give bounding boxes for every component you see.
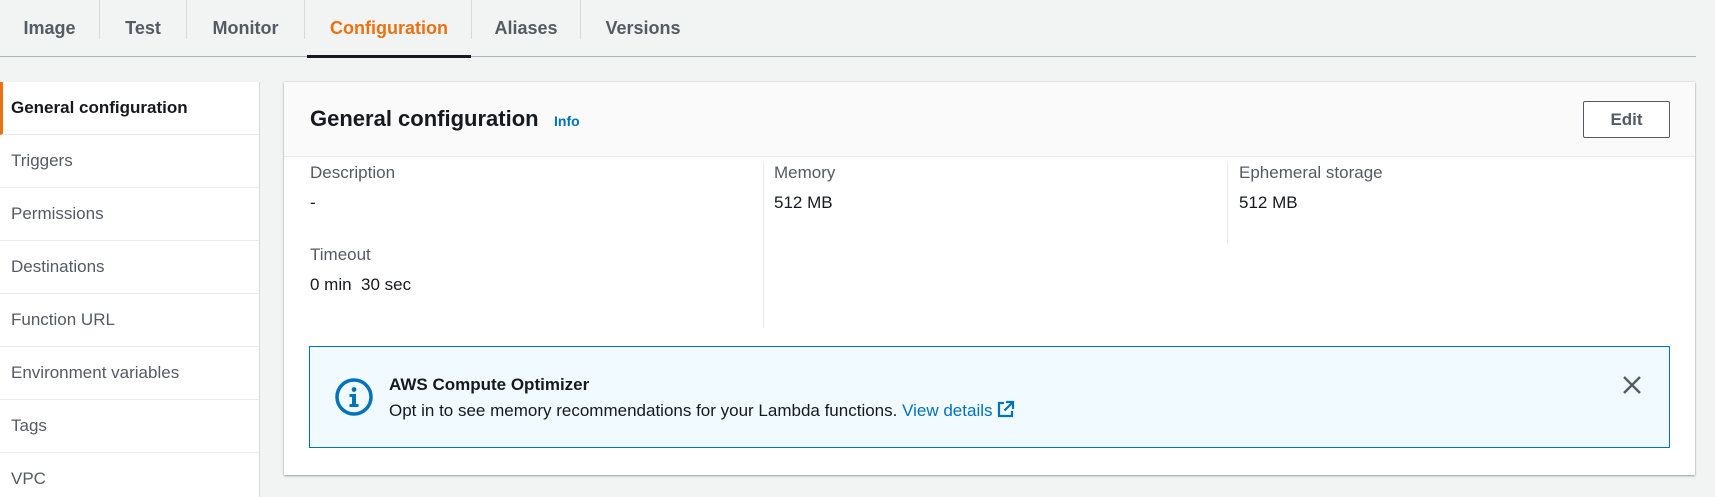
sidebar-item-triggers[interactable]: Triggers — [0, 135, 259, 188]
close-icon[interactable] — [1620, 373, 1644, 397]
timeout-label: Timeout — [310, 245, 371, 264]
configuration-sidebar: General configuration Triggers Permissio… — [0, 82, 260, 497]
description-label: Description — [310, 163, 396, 182]
tab-test[interactable]: Test — [100, 0, 186, 57]
description-value: - — [310, 193, 316, 212]
description-field: Description - — [310, 163, 395, 213]
sidebar-item-function-url[interactable]: Function URL — [0, 294, 259, 347]
info-link[interactable]: Info — [554, 113, 580, 129]
compute-optimizer-alert: AWS Compute Optimizer Opt in to see memo… — [309, 346, 1670, 448]
timeout-value: 0 min 30 sec — [310, 275, 412, 294]
sidebar-item-tags[interactable]: Tags — [0, 400, 259, 453]
ephemeral-storage-value: 512 MB — [1239, 193, 1298, 212]
memory-field: Memory 512 MB — [774, 163, 835, 213]
external-link-icon[interactable] — [996, 400, 1015, 424]
tab-separator — [304, 0, 305, 39]
edit-button[interactable]: Edit — [1583, 101, 1670, 138]
tab-configuration[interactable]: Configuration — [307, 0, 471, 58]
column-divider — [763, 162, 764, 328]
tab-aliases[interactable]: Aliases — [472, 0, 580, 57]
memory-label: Memory — [774, 163, 836, 182]
ephemeral-storage-field: Ephemeral storage 512 MB — [1239, 163, 1383, 213]
alert-text: Opt in to see memory recommendations for… — [389, 401, 898, 420]
view-details-label[interactable]: View details — [902, 401, 992, 420]
panel-title: General configuration — [310, 106, 539, 131]
tab-image[interactable]: Image — [0, 0, 99, 57]
info-circle-icon — [334, 377, 374, 417]
sidebar-item-destinations[interactable]: Destinations — [0, 241, 259, 294]
alert-message: Opt in to see memory recommendations for… — [389, 400, 1015, 424]
column-divider — [1227, 162, 1228, 244]
sidebar-item-permissions[interactable]: Permissions — [0, 188, 259, 241]
tab-versions[interactable]: Versions — [581, 0, 705, 57]
sidebar-item-general-configuration[interactable]: General configuration — [0, 82, 259, 135]
sidebar-item-environment-variables[interactable]: Environment variables — [0, 347, 259, 400]
memory-value: 512 MB — [774, 193, 833, 212]
view-details-link[interactable]: View details — [902, 400, 1014, 420]
general-configuration-panel: General configuration Info Edit Descript… — [284, 82, 1695, 475]
tab-monitor[interactable]: Monitor — [187, 0, 304, 57]
sidebar-item-vpc[interactable]: VPC — [0, 453, 259, 497]
alert-title: AWS Compute Optimizer — [389, 375, 590, 394]
panel-header: General configuration Info Edit — [284, 82, 1695, 157]
timeout-field: Timeout 0 min 30 sec — [310, 245, 411, 295]
ephemeral-storage-label: Ephemeral storage — [1239, 163, 1383, 182]
tab-bar: Image Test Monitor Configuration Aliases… — [0, 0, 1696, 58]
